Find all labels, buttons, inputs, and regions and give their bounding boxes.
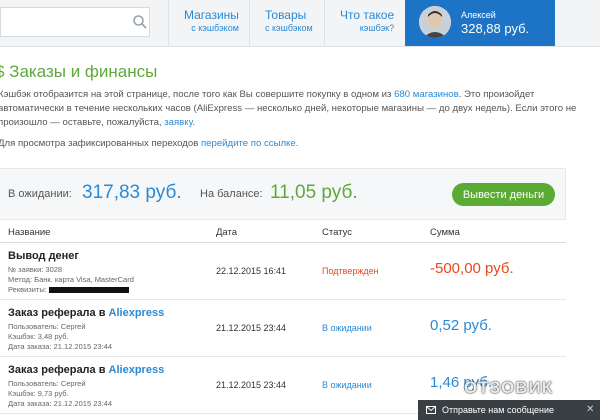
nav-products[interactable]: Товары с кэшбэком xyxy=(265,8,313,38)
nav-products-title: Товары xyxy=(265,8,307,22)
table-header: Название Дата Статус Сумма xyxy=(0,222,566,243)
row-meta: Дата заказа: 21.12.2015 23:44 xyxy=(8,342,113,351)
row-status: В ожидании xyxy=(322,323,372,333)
info-text-part: Кэшбэк отобразится на этой странице, пос… xyxy=(0,89,395,100)
nav-divider xyxy=(249,0,250,46)
user-account[interactable]: Алексей 328,88 руб. xyxy=(405,0,555,46)
nav-stores-subtitle: с кэшбэком xyxy=(191,23,239,33)
store-link[interactable]: Aliexpress xyxy=(109,364,165,376)
site-watermark: ОТЗОВИК xyxy=(464,378,554,397)
transitions-link[interactable]: перейдите по ссылке xyxy=(201,138,296,149)
info-text-part: . xyxy=(192,117,196,128)
balance-panel: В ожидании: 317,83 руб. На балансе: 11,0… xyxy=(0,168,566,220)
row-meta: № заявки: 3028 xyxy=(8,265,63,274)
row-meta: Кэшбэк: 9,73 руб. xyxy=(8,389,69,398)
search-icon[interactable] xyxy=(132,14,148,30)
row-title-text: Заказ реферала в xyxy=(8,364,109,376)
nav-divider xyxy=(324,0,325,46)
nav-what-is-cashback[interactable]: Что такое кэшбэк? xyxy=(340,8,394,38)
stores-link[interactable]: 680 магазинов xyxy=(394,89,459,100)
row-date: 22.12.2015 16:41 xyxy=(216,266,287,276)
table-row: Заказ реферала в Aliexpress Пользователь… xyxy=(0,300,566,357)
info-text-part: произошло — оставьте, пожалуйста, xyxy=(0,117,165,128)
store-link[interactable]: Aliexpress xyxy=(109,307,165,319)
row-meta: Метод: Банк. карта Visa, MasterCard xyxy=(8,275,134,284)
row-amount: -500,00 руб. xyxy=(430,260,514,277)
row-title: Заказ реферала в Aliexpress xyxy=(8,364,164,376)
row-date: 21.12.2015 23:44 xyxy=(216,380,287,390)
user-name: Алексей xyxy=(461,10,496,20)
info-line-2: автоматически в течение нескольких часов… xyxy=(0,103,577,114)
info-line-1: Кэшбэк отобразится на этой странице, пос… xyxy=(0,88,598,102)
nav-stores[interactable]: Магазины с кэшбэком xyxy=(184,8,239,38)
column-header-amount: Сумма xyxy=(430,227,460,238)
row-amount: 0,52 руб. xyxy=(430,317,492,334)
avatar-image xyxy=(419,6,451,38)
user-balance: 328,88 руб. xyxy=(461,21,530,36)
nav-divider xyxy=(168,0,169,46)
search-input[interactable] xyxy=(7,13,129,33)
pending-label: В ожидании: xyxy=(8,188,72,200)
chat-widget[interactable]: Отправьте нам сообщение ✕ xyxy=(418,400,600,420)
chat-label: Отправьте нам сообщение xyxy=(442,405,555,415)
info-text-part: . xyxy=(295,138,299,149)
available-label: На балансе: xyxy=(200,188,263,200)
row-status: Подтвержден xyxy=(322,266,379,276)
redacted-bar xyxy=(48,287,129,294)
nav-what-is-cashback-title: Что такое xyxy=(340,8,395,22)
info-text-part: Для просмотра зафиксированных переходов xyxy=(0,138,201,149)
row-date: 21.12.2015 23:44 xyxy=(216,323,287,333)
top-navigation: Магазины с кэшбэком Товары с кэшбэком Чт… xyxy=(0,0,600,47)
info-text: Кэшбэк отобразится на этой странице, пос… xyxy=(0,88,598,130)
row-title: Вывод денег xyxy=(8,250,79,262)
page-title: $ Заказы и финансы xyxy=(0,62,158,81)
row-meta: Кэшбэк: 3,48 руб. xyxy=(8,332,69,341)
row-title-text: Заказ реферала в xyxy=(8,307,109,319)
row-title: Заказ реферала в Aliexpress xyxy=(8,307,164,319)
row-title-text: Вывод денег xyxy=(8,250,80,262)
info-text-part: . Это произойдет xyxy=(458,89,535,100)
search-box[interactable] xyxy=(0,7,150,37)
row-meta: Пользователь: Сергей xyxy=(8,322,86,331)
row-meta: Пользователь: Сергей xyxy=(8,379,86,388)
column-header-name: Название xyxy=(8,227,51,238)
avatar[interactable] xyxy=(419,6,451,38)
table-row: Вывод денег № заявки: 3028 Метод: Банк. … xyxy=(0,243,566,300)
row-status: В ожидании xyxy=(322,380,372,390)
nav-what-is-cashback-subtitle: кэшбэк? xyxy=(359,23,395,33)
nav-products-subtitle: с кэшбэком xyxy=(265,23,313,33)
available-value: 11,05 руб. xyxy=(270,182,358,203)
column-header-date: Дата xyxy=(216,227,238,238)
close-icon[interactable]: ✕ xyxy=(586,404,594,415)
row-meta-text: Реквизиты: xyxy=(8,285,47,294)
request-link[interactable]: заявку xyxy=(164,117,192,128)
info-line-3: произошло — оставьте, пожалуйста, заявку… xyxy=(0,116,598,130)
row-meta: Дата заказа: 21.12.2015 23:44 xyxy=(8,399,113,408)
withdraw-button[interactable]: Вывести деньги xyxy=(452,183,555,206)
envelope-icon xyxy=(426,406,436,414)
info-line-4: Для просмотра зафиксированных переходов … xyxy=(0,138,298,149)
nav-stores-title: Магазины xyxy=(184,8,239,22)
column-header-status: Статус xyxy=(322,227,353,238)
row-meta: Реквизиты: xyxy=(8,285,129,294)
pending-value: 317,83 руб. xyxy=(82,182,182,203)
